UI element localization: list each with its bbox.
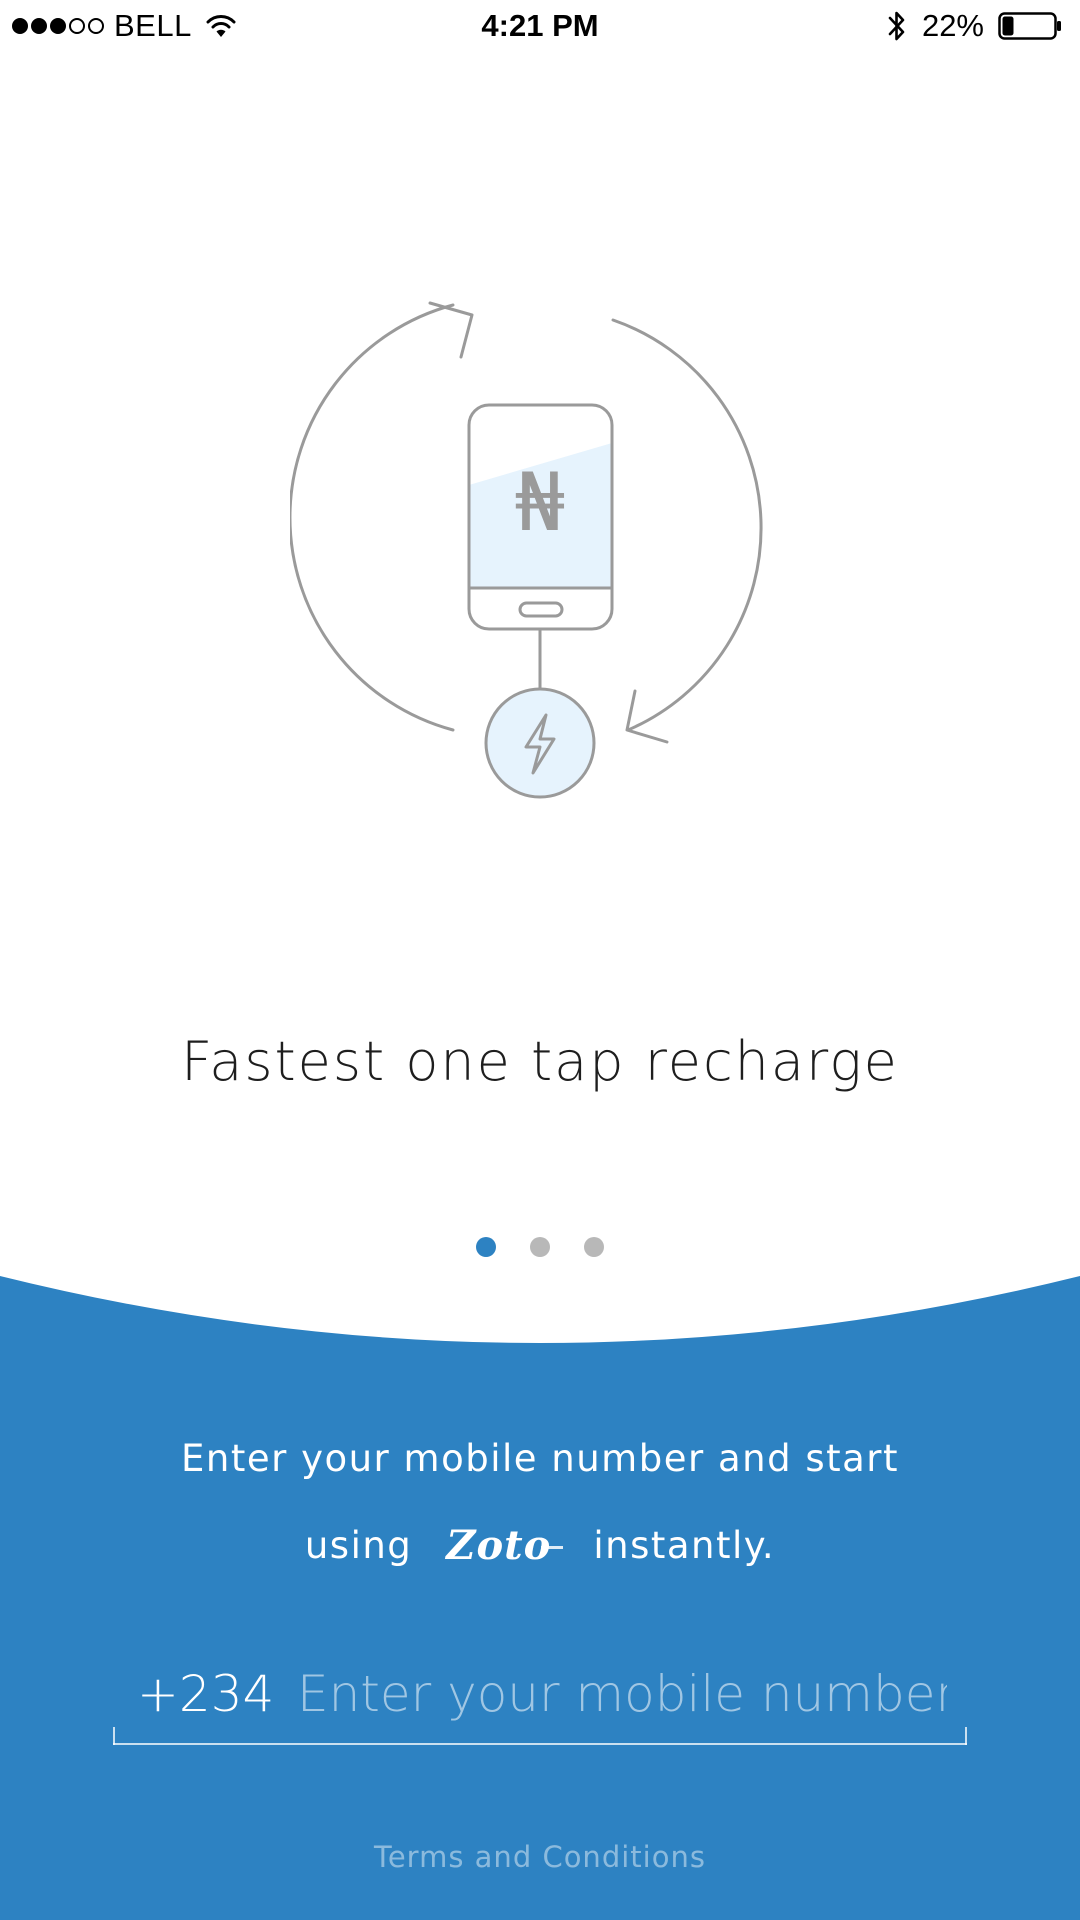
bluetooth-icon bbox=[888, 11, 905, 41]
signup-panel bbox=[0, 1260, 1080, 1920]
pager-indicator bbox=[0, 1237, 1080, 1257]
pager-dot-1[interactable] bbox=[476, 1237, 496, 1257]
intro-using-text: using bbox=[304, 1524, 413, 1567]
mobile-number-input[interactable] bbox=[297, 1659, 947, 1729]
status-bar-right: 22% bbox=[886, 6, 1062, 46]
phone-number-field: +234 bbox=[113, 1655, 967, 1745]
country-code[interactable]: +234 bbox=[137, 1665, 274, 1723]
naira-currency-icon: ₦ bbox=[515, 456, 566, 549]
onboarding-screen: BELL 4:21 PM 22% ₦ Fastest one tap recha… bbox=[0, 0, 1080, 1920]
signup-intro-line-1: Enter your mobile number and start bbox=[181, 1437, 899, 1480]
pager-dot-3[interactable] bbox=[584, 1237, 604, 1257]
zoto-logo: Zoto bbox=[446, 1522, 564, 1569]
battery-icon bbox=[998, 12, 1061, 40]
intro-instantly-text: instantly. bbox=[593, 1524, 776, 1567]
phone-icon: ₦ bbox=[467, 403, 614, 631]
panel-curve-background bbox=[0, 1276, 1080, 1920]
battery-percent: 22% bbox=[921, 8, 984, 43]
terms-and-conditions-link[interactable]: Terms and Conditions bbox=[0, 1840, 1080, 1874]
signup-intro-line-2: using Zoto instantly. bbox=[0, 1522, 1080, 1569]
lightning-bolt-icon bbox=[484, 687, 596, 799]
recharge-illustration: ₦ bbox=[290, 301, 763, 799]
pager-dot-2[interactable] bbox=[530, 1237, 550, 1257]
status-bar: BELL 4:21 PM 22% bbox=[0, 0, 1080, 52]
slide-title: Fastest one tap recharge bbox=[181, 1030, 899, 1093]
